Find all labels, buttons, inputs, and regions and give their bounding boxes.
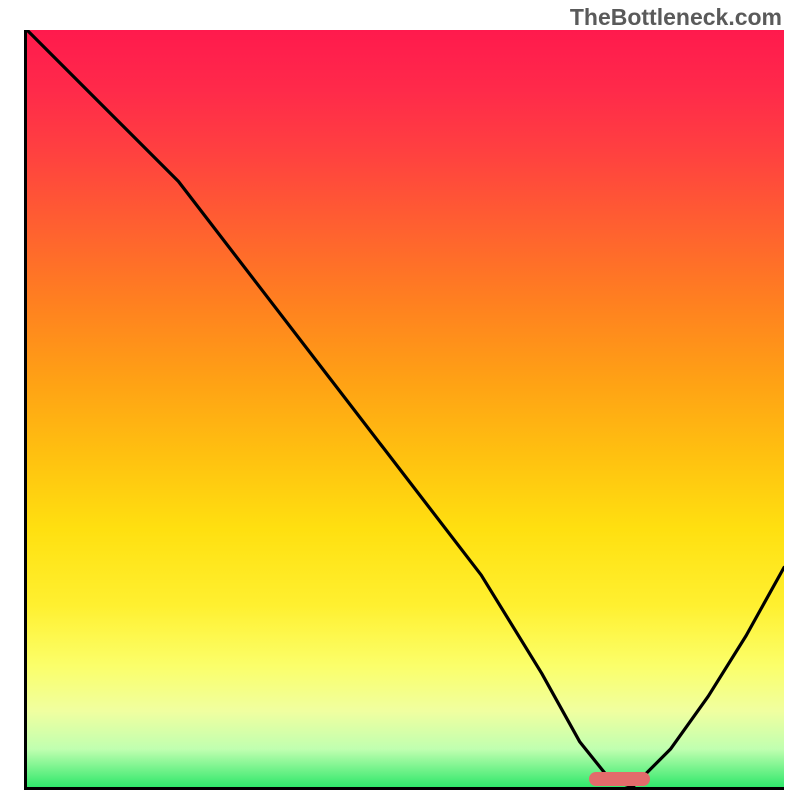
background-gradient	[27, 30, 784, 787]
highlight-marker	[589, 772, 650, 786]
chart-plot-area	[24, 30, 784, 790]
watermark-text: TheBottleneck.com	[570, 4, 782, 31]
